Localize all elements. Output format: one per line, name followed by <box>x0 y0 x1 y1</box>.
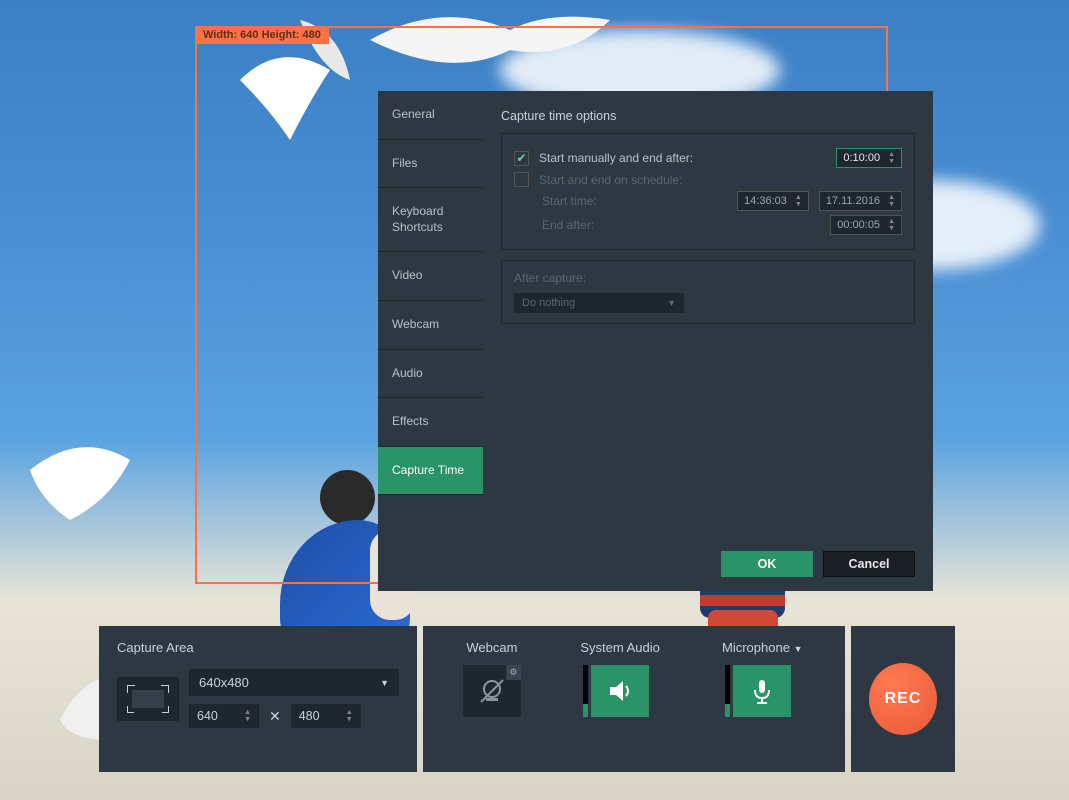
webcam-off-icon <box>477 676 507 706</box>
timing-options-group: ✔ Start manually and end after: 0:10:00 … <box>501 133 915 250</box>
capture-width-input[interactable]: 640 ▲▼ <box>189 704 259 728</box>
tab-files[interactable]: Files <box>378 140 483 189</box>
panel-title: Capture time options <box>501 109 915 123</box>
microphone-toggle[interactable] <box>733 665 791 717</box>
schedule-checkbox[interactable] <box>514 172 529 187</box>
record-section: REC <box>851 626 955 772</box>
gear-icon[interactable]: ⚙ <box>506 665 521 680</box>
capture-area-preview[interactable] <box>117 677 179 721</box>
manual-start-checkbox[interactable]: ✔ <box>514 151 529 166</box>
schedule-label: Start and end on schedule: <box>539 173 902 187</box>
webcam-label: Webcam <box>466 640 517 655</box>
record-button[interactable]: REC <box>869 663 937 735</box>
tab-general[interactable]: General <box>378 91 483 140</box>
capture-height-input[interactable]: 480 ▲▼ <box>291 704 361 728</box>
system-audio-toggle[interactable] <box>591 665 649 717</box>
settings-tabs: General Files Keyboard Shortcuts Video W… <box>378 91 483 591</box>
end-after-spinner[interactable]: 00:00:05 ▲▼ <box>830 215 902 235</box>
cancel-button[interactable]: Cancel <box>823 551 915 577</box>
start-time-label: Start time: <box>542 194 632 208</box>
capture-time-panel: Capture time options ✔ Start manually an… <box>483 91 933 591</box>
tab-video[interactable]: Video <box>378 252 483 301</box>
audio-section: Webcam ⚙ System Audio <box>423 626 845 772</box>
tab-webcam[interactable]: Webcam <box>378 301 483 350</box>
settings-dialog: General Files Keyboard Shortcuts Video W… <box>378 91 933 591</box>
tab-audio[interactable]: Audio <box>378 350 483 399</box>
dimension-separator: ✕ <box>269 708 281 725</box>
capture-area-section: Capture Area 640x480 ▼ 640 ▲▼ ✕ 480 <box>99 626 417 772</box>
manual-start-label: Start manually and end after: <box>539 151 826 165</box>
speaker-icon <box>605 676 635 706</box>
after-capture-group: After capture: Do nothing ▼ <box>501 260 915 324</box>
capture-preset-select[interactable]: 640x480 ▼ <box>189 669 399 696</box>
ok-button[interactable]: OK <box>721 551 813 577</box>
after-capture-label: After capture: <box>514 271 902 285</box>
start-date-spinner[interactable]: 17.11.2016 ▲▼ <box>819 191 902 211</box>
capture-area-title: Capture Area <box>117 640 399 655</box>
recorder-controlbar: Capture Area 640x480 ▼ 640 ▲▼ ✕ 480 <box>99 626 959 772</box>
tab-effects[interactable]: Effects <box>378 398 483 447</box>
system-audio-label: System Audio <box>580 640 660 655</box>
microphone-icon <box>747 676 777 706</box>
capture-dimensions-label: Width: 640 Height: 480 <box>195 26 329 44</box>
microphone-label[interactable]: Microphone ▼ <box>722 640 802 655</box>
tab-keyboard-shortcuts[interactable]: Keyboard Shortcuts <box>378 188 483 252</box>
tab-capture-time[interactable]: Capture Time <box>378 447 483 496</box>
manual-duration-spinner[interactable]: 0:10:00 ▲▼ <box>836 148 902 168</box>
webcam-toggle[interactable]: ⚙ <box>463 665 521 717</box>
after-capture-select[interactable]: Do nothing ▼ <box>514 293 684 313</box>
end-after-label: End after: <box>542 218 632 232</box>
chevron-down-icon: ▼ <box>794 644 803 654</box>
start-time-spinner[interactable]: 14:36:03 ▲▼ <box>737 191 809 211</box>
